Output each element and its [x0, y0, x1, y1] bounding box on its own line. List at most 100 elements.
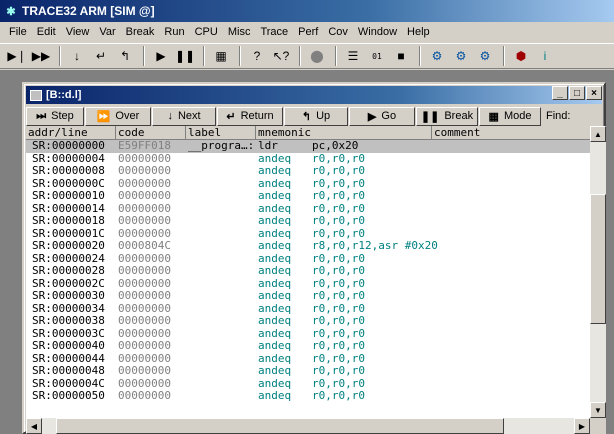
cpu3-icon[interactable]: ⚙ — [474, 45, 496, 67]
table-row[interactable]: SR:00000034 00000000 andeq r0,r0,r0 — [26, 302, 590, 316]
step-button[interactable]: ⏭ Step — [26, 106, 84, 126]
close-button[interactable]: × — [586, 86, 602, 100]
step-over-icon[interactable]: ▶▶ — [30, 45, 52, 67]
info-icon[interactable]: i — [534, 45, 556, 67]
scroll-left-arrow-icon[interactable]: ◀ — [26, 418, 42, 434]
up-label: Up — [316, 110, 331, 122]
table-row[interactable]: SR:00000050 00000000 andeq r0,r0,r0 — [26, 389, 590, 403]
go-button[interactable]: ▶ Go — [349, 106, 415, 126]
disassembly-list[interactable]: addr/line code label mnemonic comment SR… — [26, 126, 590, 418]
row-operands: r0,r0,r0 — [312, 289, 365, 302]
row-code: 00000000 — [118, 264, 171, 277]
minimize-button[interactable]: _ — [552, 86, 568, 100]
table-row[interactable]: SR:00000038 00000000 andeq r0,r0,r0 — [26, 314, 590, 328]
column-header-addr[interactable]: addr/line — [26, 126, 116, 140]
row-code: 0000804C — [118, 239, 171, 252]
noreg-icon[interactable]: ▦ — [210, 45, 232, 67]
break-button[interactable]: ❚❚ Break — [416, 106, 478, 126]
stop-icon[interactable]: ⬤ — [306, 45, 328, 67]
menu-cpu[interactable]: CPU — [190, 23, 223, 41]
over-icon: ⏩ — [96, 110, 111, 123]
row-operands: r0,r0,r0 — [312, 314, 365, 327]
help-icon[interactable]: ? — [246, 45, 268, 67]
trace-icon[interactable]: ⬢ — [510, 45, 532, 67]
menu-trace[interactable]: Trace — [255, 23, 293, 41]
menu-break[interactable]: Break — [121, 23, 160, 41]
toolbar-separator — [239, 46, 241, 66]
list-icon[interactable]: ☰ — [342, 45, 364, 67]
table-row[interactable]: SR:0000004C 00000000 andeq r0,r0,r0 — [26, 377, 590, 391]
horizontal-scrollbar[interactable]: ◀ ▶ — [26, 418, 590, 434]
menu-help[interactable]: Help — [402, 23, 435, 41]
menu-run[interactable]: Run — [159, 23, 189, 41]
table-row[interactable]: SR:00000028 00000000 andeq r0,r0,r0 — [26, 264, 590, 278]
trace32-logo-icon: ✱ — [6, 5, 16, 18]
menu-perf[interactable]: Perf — [293, 23, 323, 41]
toolbar-separator — [419, 46, 421, 66]
step-icon: ⏭ — [36, 109, 47, 122]
row-mnemonic: andeq — [258, 264, 292, 277]
vertical-scroll-thumb[interactable] — [590, 194, 606, 324]
row-operands: r0,r0,r0 — [312, 214, 365, 227]
menu-var[interactable]: Var — [94, 23, 120, 41]
table-row[interactable]: SR:00000030 00000000 andeq r0,r0,r0 — [26, 289, 590, 303]
table-row[interactable]: SR:00000040 00000000 andeq r0,r0,r0 — [26, 339, 590, 353]
column-header-code[interactable]: code — [116, 126, 186, 140]
step-up-icon[interactable]: ↰ — [114, 45, 136, 67]
toolbar-separator — [503, 46, 505, 66]
table-row[interactable]: SR:0000002C 00000000 andeq r0,r0,r0 — [26, 277, 590, 291]
menu-edit[interactable]: Edit — [32, 23, 61, 41]
scroll-down-arrow-icon[interactable]: ▼ — [590, 402, 606, 418]
table-row[interactable]: SR:00000010 00000000 andeq r0,r0,r0 — [26, 189, 590, 203]
cpu-icon[interactable]: ⚙ — [426, 45, 448, 67]
column-header-comment[interactable]: comment — [432, 126, 590, 140]
column-header-label[interactable]: label — [186, 126, 256, 140]
step-icon[interactable]: ▶❘ — [6, 45, 28, 67]
row-label: __progra…: — [188, 139, 255, 152]
over-button[interactable]: ⏩ Over — [85, 106, 151, 126]
up-button[interactable]: ↰ Up — [284, 106, 348, 126]
return-button[interactable]: ↵ Return — [217, 106, 283, 126]
scroll-right-arrow-icon[interactable]: ▶ — [574, 418, 590, 434]
break-label: Break — [444, 110, 474, 122]
table-row[interactable]: SR:00000004 00000000 andeq r0,r0,r0 — [26, 152, 590, 166]
mode-label: Mode — [503, 110, 532, 122]
menu-cov[interactable]: Cov — [323, 23, 353, 41]
mode-button[interactable]: ▦ Mode — [479, 106, 541, 126]
table-row[interactable]: SR:0000001C 00000000 andeq r0,r0,r0 — [26, 227, 590, 241]
break-icon[interactable]: ❚❚ — [174, 45, 196, 67]
vertical-scrollbar[interactable]: ▲ ▼ — [590, 126, 606, 418]
table-row[interactable]: SR:00000020 0000804C andeq r8,r0,r12,asr #0… — [26, 239, 590, 253]
table-row[interactable]: SR:00000024 00000000 andeq r0,r0,r0 — [26, 252, 590, 266]
maximize-button[interactable]: □ — [569, 86, 585, 100]
register-icon[interactable]: ■ — [390, 45, 412, 67]
horizontal-scroll-thumb[interactable] — [56, 418, 505, 434]
table-row[interactable]: SR:00000018 00000000 andeq r0,r0,r0 — [26, 214, 590, 228]
memory-icon[interactable]: 01 — [366, 45, 388, 67]
return-label: Return — [240, 110, 274, 122]
menu-view[interactable]: View — [61, 23, 95, 41]
step-return-icon[interactable]: ↵ — [90, 45, 112, 67]
row-operands: pc,0x20 — [312, 139, 359, 152]
table-row[interactable]: SR:00000008 00000000 andeq r0,r0,r0 — [26, 164, 590, 178]
cpu2-icon[interactable]: ⚙ — [450, 45, 472, 67]
table-row[interactable]: SR:00000048 00000000 andeq r0,r0,r0 — [26, 364, 590, 378]
scroll-up-arrow-icon[interactable]: ▲ — [590, 126, 606, 142]
column-header-mnemonic[interactable]: mnemonic — [256, 126, 432, 140]
table-row[interactable]: SR:0000003C 00000000 andeq r0,r0,r0 — [26, 327, 590, 341]
step-down-icon[interactable]: ↓ — [66, 45, 88, 67]
table-row[interactable]: SR:00000044 00000000 andeq r0,r0,r0 — [26, 352, 590, 366]
menu-file[interactable]: File — [4, 23, 32, 41]
list-window-title-bar[interactable]: [B::d.l] — [26, 86, 602, 104]
menu-misc[interactable]: Misc — [223, 23, 256, 41]
menu-window[interactable]: Window — [353, 23, 402, 41]
main-toolbar: ▶❘ ▶▶ ↓ ↵ ↰ ▶ ❚❚ ▦ ? ↖? ⬤ ☰ 01 ■ ⚙ ⚙ ⚙ ⬢… — [0, 43, 614, 69]
go-icon[interactable]: ▶ — [150, 45, 172, 67]
table-row[interactable]: SR:0000000C 00000000 andeq r0,r0,r0 — [26, 177, 590, 191]
table-row[interactable]: SR:00000000 E59FF018 __progra…: ldr pc,0x20 — [26, 139, 590, 153]
table-row[interactable]: SR:00000014 00000000 andeq r0,r0,r0 — [26, 202, 590, 216]
next-button[interactable]: ↓ Next — [152, 106, 216, 126]
find-label[interactable]: Find: — [546, 110, 570, 122]
help-context-icon[interactable]: ↖? — [270, 45, 292, 67]
toolbar-separator — [203, 46, 205, 66]
